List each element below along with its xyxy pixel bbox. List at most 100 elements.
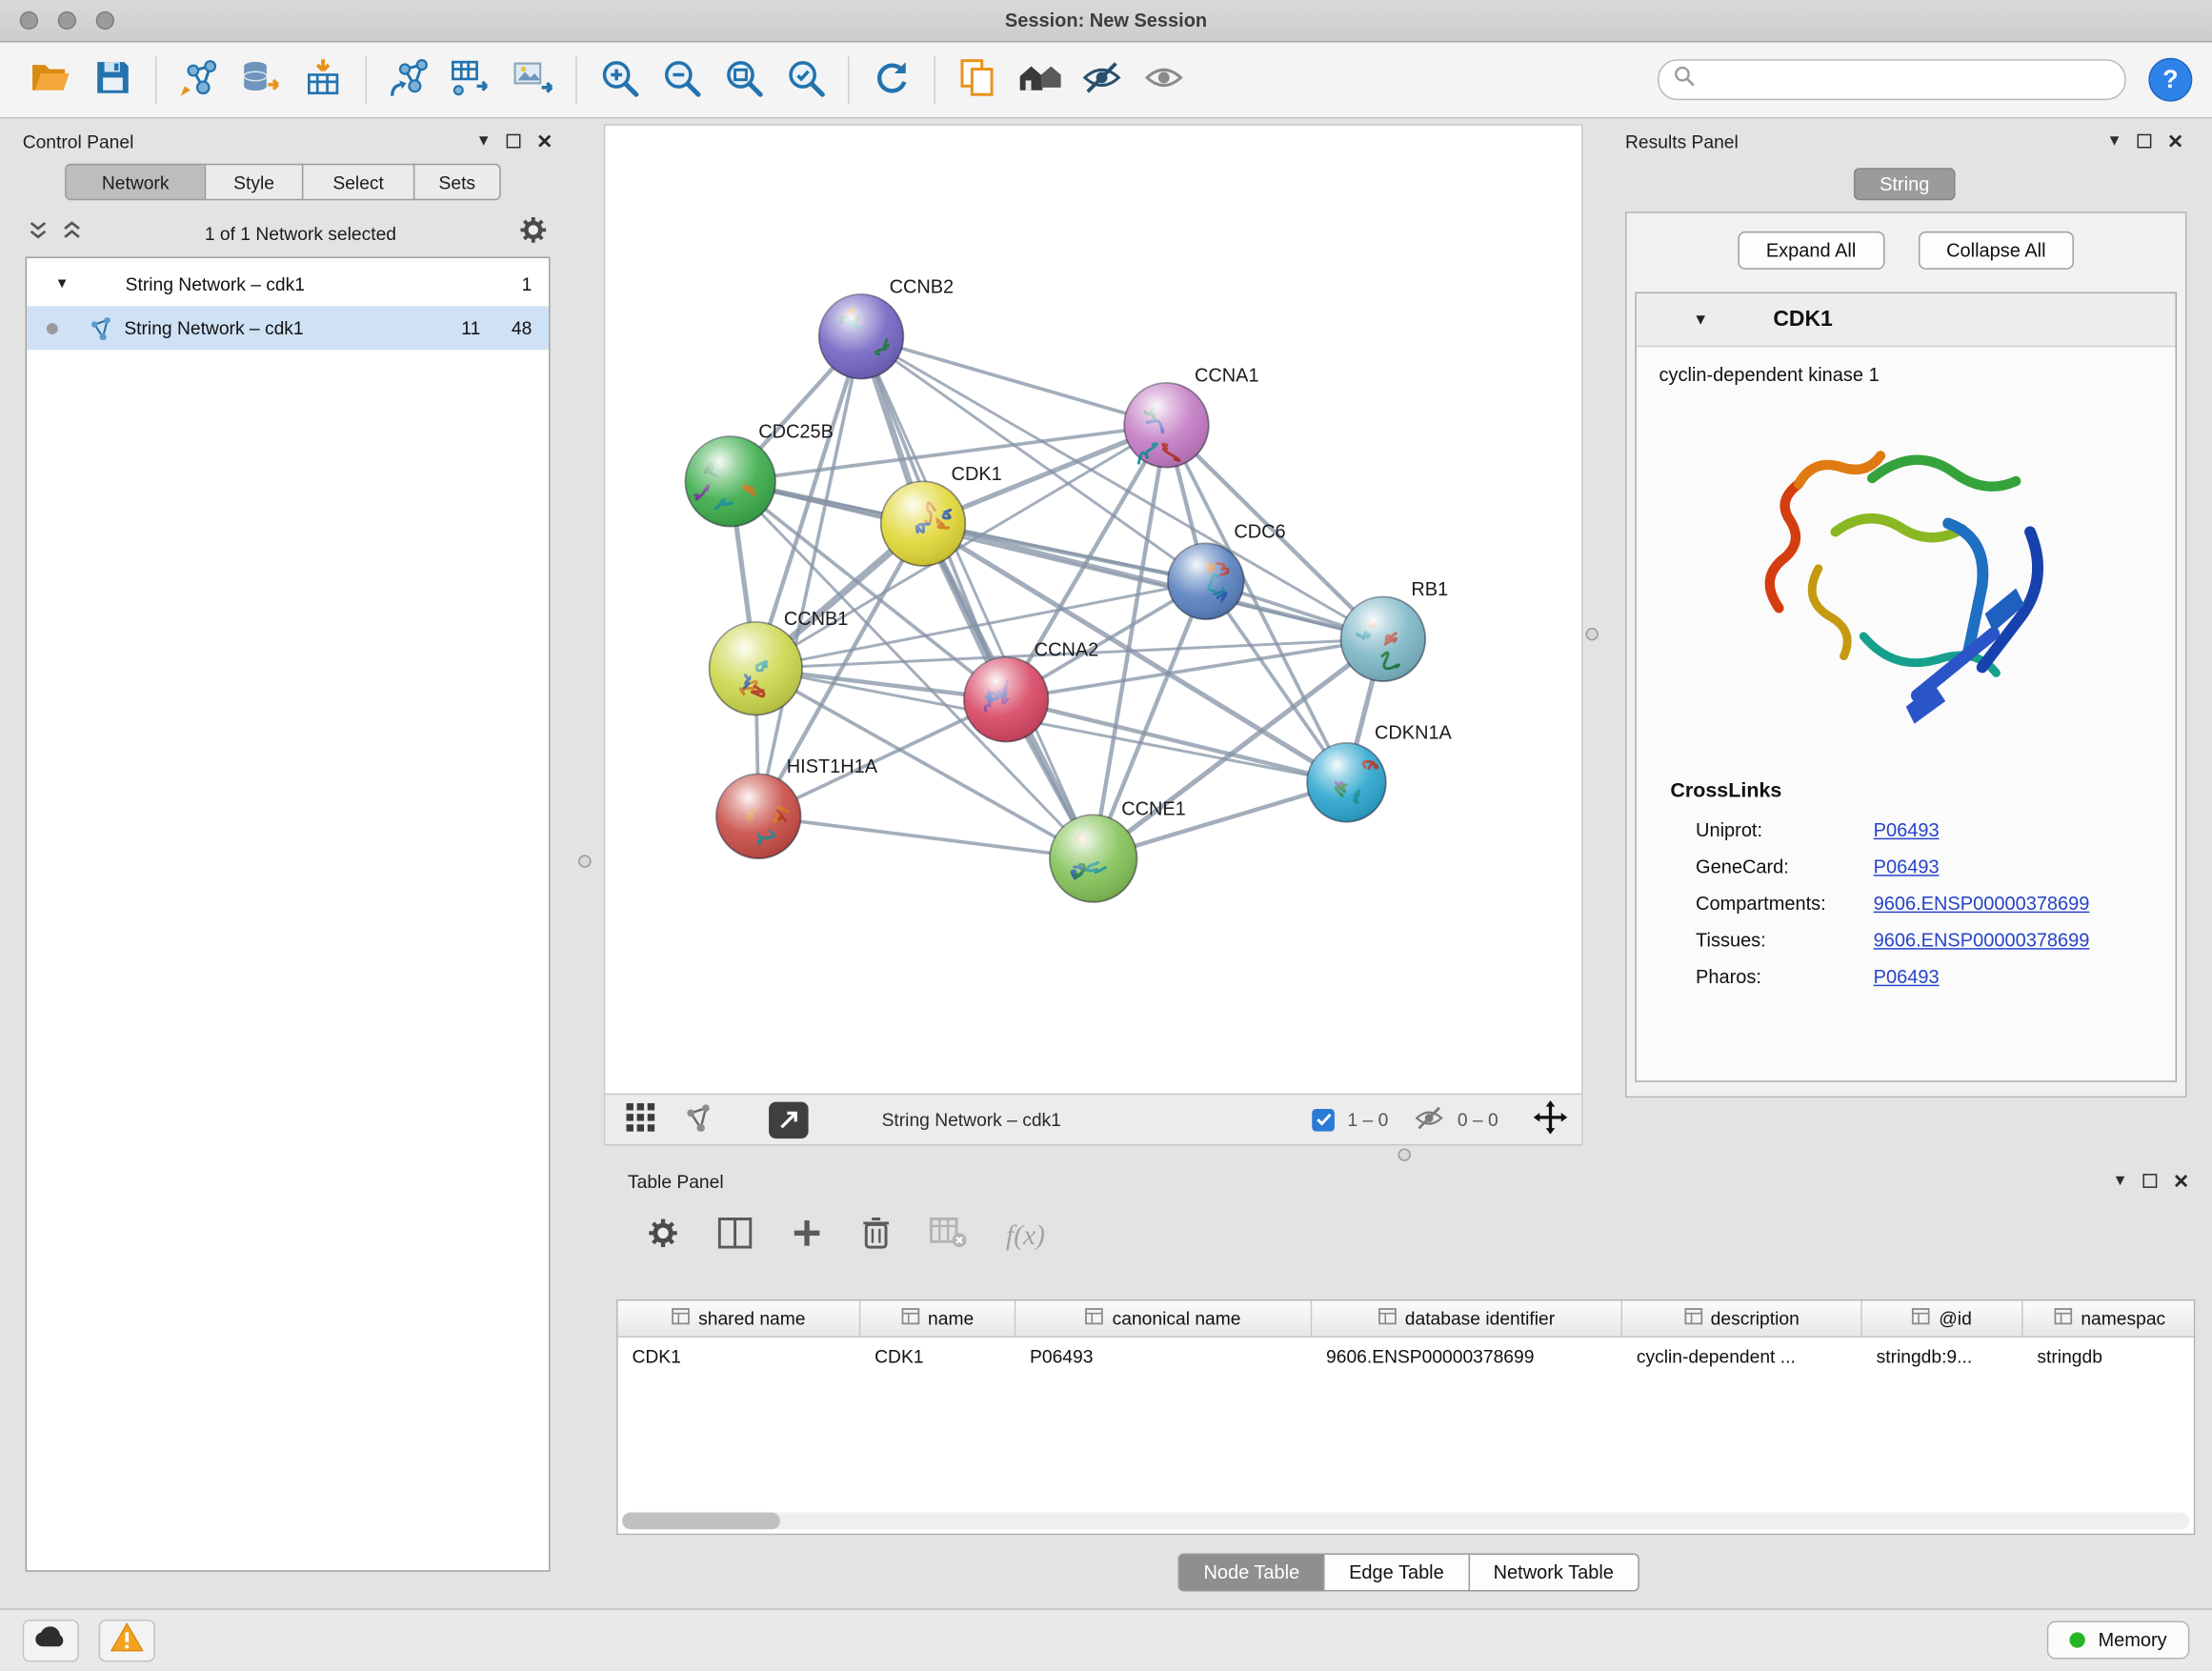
network-node-RB1[interactable]: RB1 bbox=[1341, 579, 1449, 681]
column-header[interactable]: @id bbox=[1862, 1300, 2023, 1336]
maximize-panel-icon[interactable] bbox=[507, 134, 521, 149]
tab-edge-table[interactable]: Edge Table bbox=[1323, 1553, 1469, 1591]
tab-node-table[interactable]: Node Table bbox=[1178, 1553, 1325, 1591]
node-detail-header[interactable]: ▼ CDK1 bbox=[1637, 293, 2176, 347]
table-settings-gear-icon[interactable] bbox=[648, 1217, 679, 1255]
float-panel-icon[interactable]: ▼ bbox=[2112, 1173, 2127, 1190]
column-header[interactable]: canonical name bbox=[1016, 1300, 1312, 1336]
network-node-CDKN1A[interactable]: CDKN1A bbox=[1307, 723, 1452, 822]
table-cell[interactable]: CDK1 bbox=[860, 1338, 1016, 1376]
column-header[interactable]: database identifier bbox=[1312, 1300, 1622, 1336]
tab-network[interactable]: Network bbox=[65, 164, 206, 201]
tab-network-table[interactable]: Network Table bbox=[1468, 1553, 1639, 1591]
network-node-CCNB2[interactable]: CCNB2 bbox=[819, 277, 954, 379]
scrollbar-thumb[interactable] bbox=[622, 1513, 780, 1530]
right-splitter-handle[interactable] bbox=[1586, 628, 1599, 640]
float-panel-icon[interactable]: ▼ bbox=[476, 132, 492, 150]
horizontal-scrollbar[interactable] bbox=[622, 1513, 2189, 1530]
network-options-gear-icon[interactable] bbox=[519, 215, 548, 251]
import-network-from-database-button[interactable] bbox=[230, 50, 292, 110]
save-session-button[interactable] bbox=[82, 50, 144, 110]
add-column-plus-icon[interactable] bbox=[792, 1217, 823, 1255]
network-collection-row[interactable]: ▼ String Network – cdk1 1 bbox=[27, 262, 549, 306]
table-cell[interactable]: stringdb:9... bbox=[1862, 1338, 2023, 1376]
maximize-panel-icon[interactable] bbox=[2138, 134, 2152, 149]
network-canvas[interactable]: CCNB2CCNA1CDC25BCDK1CDC6RB1CCNB1CCNA2CDK… bbox=[605, 126, 1581, 1094]
memory-button[interactable]: Memory bbox=[2047, 1621, 2189, 1660]
delete-column-trash-icon[interactable] bbox=[862, 1216, 891, 1257]
close-panel-icon[interactable]: ✕ bbox=[2173, 1169, 2189, 1193]
show-columns-icon[interactable] bbox=[718, 1217, 753, 1255]
expand-all-button[interactable]: Expand All bbox=[1738, 232, 1884, 270]
selected-checkbox-icon[interactable] bbox=[1312, 1108, 1335, 1131]
network-node-CCNB1[interactable]: CCNB1 bbox=[710, 609, 849, 715]
grid-view-icon[interactable] bbox=[625, 1102, 656, 1137]
table-cell[interactable]: CDK1 bbox=[618, 1338, 861, 1376]
crosslink-compartments-link[interactable]: 9606.ENSP00000378699 bbox=[1874, 893, 2090, 914]
new-network-from-table-button[interactable] bbox=[440, 50, 502, 110]
collapse-entry-icon[interactable]: ▼ bbox=[1693, 312, 1708, 329]
float-panel-icon[interactable]: ▼ bbox=[2107, 132, 2122, 150]
network-node-CDC25B[interactable]: CDC25B bbox=[685, 422, 833, 527]
table-cell[interactable]: P06493 bbox=[1016, 1338, 1312, 1376]
tab-sets[interactable]: Sets bbox=[413, 164, 501, 201]
tab-select[interactable]: Select bbox=[302, 164, 414, 201]
import-table-from-file-button[interactable] bbox=[292, 50, 354, 110]
crosslink-tissues-link[interactable]: 9606.ENSP00000378699 bbox=[1874, 929, 2090, 950]
minimize-window-button[interactable] bbox=[58, 11, 76, 30]
zoom-fit-button[interactable] bbox=[713, 50, 774, 110]
collapse-all-button[interactable]: Collapse All bbox=[1918, 232, 2074, 270]
apply-layout-button[interactable] bbox=[860, 50, 922, 110]
export-image-button[interactable] bbox=[502, 50, 564, 110]
network-node-CCNA1[interactable]: CCNA1 bbox=[1124, 366, 1258, 468]
network-share-icon[interactable] bbox=[684, 1104, 713, 1136]
cloud-status-button[interactable] bbox=[23, 1619, 79, 1661]
column-header[interactable]: name bbox=[860, 1300, 1016, 1336]
string-tab-badge[interactable]: String bbox=[1854, 168, 1955, 200]
help-button[interactable]: ? bbox=[2148, 58, 2192, 102]
first-neighbors-button[interactable] bbox=[1009, 50, 1071, 110]
column-header[interactable]: namespac bbox=[2023, 1300, 2196, 1336]
new-network-button[interactable] bbox=[378, 50, 440, 110]
crosslink-uniprot-link[interactable]: P06493 bbox=[1874, 819, 1940, 840]
column-header[interactable]: shared name bbox=[618, 1300, 861, 1336]
table-row[interactable]: CDK1 CDK1 P06493 9606.ENSP00000378699 cy… bbox=[618, 1338, 2194, 1376]
expand-all-tree-icon[interactable] bbox=[62, 219, 82, 246]
zoom-selected-button[interactable] bbox=[774, 50, 836, 110]
hidden-eye-slash-icon[interactable] bbox=[1414, 1104, 1445, 1136]
left-splitter-handle[interactable] bbox=[578, 855, 591, 867]
table-cell[interactable]: cyclin-dependent ... bbox=[1622, 1338, 1862, 1376]
warnings-button[interactable] bbox=[99, 1619, 155, 1661]
delete-table-icon[interactable] bbox=[930, 1217, 967, 1255]
column-header[interactable]: description bbox=[1622, 1300, 1862, 1336]
tab-style[interactable]: Style bbox=[205, 164, 304, 201]
network-node-CDK1[interactable]: CDK1 bbox=[881, 464, 1002, 566]
function-builder-icon[interactable]: f(x) bbox=[1006, 1219, 1045, 1252]
maximize-window-button[interactable] bbox=[96, 11, 114, 30]
pan-crosshair-icon[interactable] bbox=[1534, 1100, 1568, 1138]
close-window-button[interactable] bbox=[20, 11, 38, 30]
close-panel-icon[interactable]: ✕ bbox=[536, 130, 553, 153]
table-cell[interactable]: stringdb bbox=[2023, 1338, 2196, 1376]
network-graph[interactable]: CCNB2CCNA1CDC25BCDK1CDC6RB1CCNB1CCNA2CDK… bbox=[605, 126, 1581, 1094]
bottom-splitter-handle[interactable] bbox=[1398, 1148, 1411, 1160]
import-network-from-file-button[interactable] bbox=[168, 50, 230, 110]
collection-disclosure-icon[interactable]: ▼ bbox=[55, 276, 70, 292]
table-cell[interactable]: 9606.ENSP00000378699 bbox=[1312, 1338, 1622, 1376]
hide-selected-button[interactable] bbox=[1071, 50, 1133, 110]
network-node-CDC6[interactable]: CDC6 bbox=[1168, 521, 1286, 619]
show-all-button[interactable] bbox=[1133, 50, 1195, 110]
network-node-HIST1H1A[interactable]: HIST1H1A bbox=[716, 756, 878, 858]
search-input[interactable] bbox=[1705, 70, 2110, 91]
zoom-out-button[interactable] bbox=[651, 50, 713, 110]
close-panel-icon[interactable]: ✕ bbox=[2167, 130, 2183, 153]
open-session-button[interactable] bbox=[20, 50, 82, 110]
network-row-selected[interactable]: String Network – cdk1 11 48 bbox=[27, 306, 549, 350]
zoom-in-button[interactable] bbox=[589, 50, 651, 110]
clone-network-button[interactable] bbox=[947, 50, 1009, 110]
maximize-panel-icon[interactable] bbox=[2143, 1174, 2158, 1188]
collapse-all-tree-icon[interactable] bbox=[29, 219, 49, 246]
crosslink-genecard-link[interactable]: P06493 bbox=[1874, 856, 1940, 876]
crosslink-pharos-link[interactable]: P06493 bbox=[1874, 966, 1940, 987]
detach-view-button[interactable] bbox=[769, 1101, 808, 1138]
